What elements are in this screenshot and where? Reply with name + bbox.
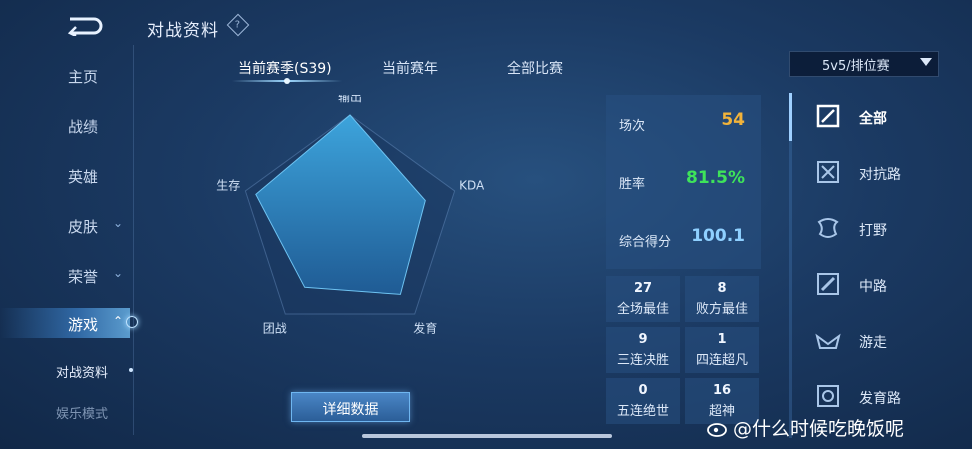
radar-chart: 输出 KDA 发育 团战 生存	[216, 95, 485, 336]
home-indicator[interactable]	[362, 434, 612, 438]
nav-label: 皮肤	[68, 218, 99, 236]
position-roam[interactable]: 游走	[812, 324, 972, 364]
mode-select-value: 5v5/排位赛	[822, 59, 890, 74]
filter-icon	[920, 58, 932, 66]
radar-axis-label: KDA	[459, 178, 485, 192]
achievement-cell: 8 败方最佳	[685, 276, 759, 322]
tab-indicator-dot	[284, 78, 290, 84]
nav-label: 游戏	[68, 316, 99, 334]
mid-lane-icon	[817, 273, 839, 295]
stat-value: 81.5%	[686, 168, 745, 188]
stat-score: 综合得分 100.1	[606, 211, 761, 269]
selected-indicator-icon	[126, 316, 138, 328]
farm-lane-icon	[817, 385, 839, 407]
page-title: 对战资料	[147, 21, 219, 41]
chevron-up-icon: ⌃	[113, 314, 124, 328]
position-all[interactable]: 全部	[812, 100, 972, 140]
chevron-down-icon: ⌄	[113, 216, 124, 230]
stat-label: 场次	[619, 119, 646, 134]
stat-matches: 场次 54	[606, 95, 761, 153]
nav-item-home[interactable]: 主页	[0, 60, 165, 90]
divider	[133, 45, 134, 435]
radar-axis-label: 生存	[216, 178, 240, 192]
subnav-item-battle-data[interactable]: 对战资料	[56, 362, 108, 381]
jungle-icon	[817, 218, 839, 238]
nav-item-record[interactable]: 战绩	[0, 110, 165, 140]
nav-label: 英雄	[68, 168, 99, 186]
back-arrow-icon[interactable]	[64, 14, 106, 36]
nav-label: 战绩	[68, 118, 99, 136]
weibo-logo-icon	[707, 423, 727, 437]
stat-label: 综合得分	[619, 235, 672, 250]
nav-item-honor[interactable]: 荣誉 ⌄	[0, 260, 165, 290]
nav-item-heroes[interactable]: 英雄	[0, 160, 165, 190]
position-clash-lane[interactable]: 对抗路	[812, 156, 972, 196]
all-positions-icon	[816, 104, 840, 128]
achievement-cell: 27 全场最佳	[606, 276, 680, 322]
nav-label: 主页	[68, 68, 99, 86]
achievement-cell: 9 三连决胜	[606, 327, 680, 373]
radar-axis-label: 团战	[263, 322, 287, 336]
stat-value: 100.1	[691, 226, 745, 246]
position-rail-active	[789, 93, 792, 141]
position-rail	[789, 93, 792, 438]
position-mid-lane[interactable]: 中路	[812, 268, 972, 308]
tab-current-year[interactable]: 当前赛年	[382, 58, 438, 78]
achievement-cell: 0 五连绝世	[606, 378, 680, 424]
clash-lane-icon	[817, 161, 839, 183]
achievement-cell: 1 四连超凡	[685, 327, 759, 373]
nav-item-game[interactable]: 游戏 ⌃	[0, 308, 130, 338]
chevron-down-icon: ⌄	[113, 266, 124, 280]
help-icon[interactable]: ?	[226, 13, 250, 37]
radar-axis-label: 发育	[413, 321, 437, 336]
mode-select[interactable]: 5v5/排位赛	[789, 51, 939, 77]
position-jungle[interactable]: 打野	[812, 212, 972, 252]
nav-item-skins[interactable]: 皮肤 ⌄	[0, 210, 165, 240]
roam-icon	[815, 333, 841, 349]
tab-current-season[interactable]: 当前赛季(S39)	[238, 58, 332, 78]
watermark-text: @什么时候吃晚饭呢	[733, 418, 905, 440]
stat-win-rate: 胜率 81.5%	[606, 153, 761, 211]
stat-value: 54	[721, 110, 745, 130]
nav-label: 荣誉	[68, 268, 99, 286]
detail-data-button[interactable]: 详细数据	[291, 392, 410, 422]
stat-label: 胜率	[619, 177, 646, 192]
subnav-item-casual-mode[interactable]: 娱乐模式	[56, 403, 108, 422]
radar-axis-label: 输出	[338, 95, 362, 104]
tab-all-matches[interactable]: 全部比赛	[507, 58, 563, 78]
